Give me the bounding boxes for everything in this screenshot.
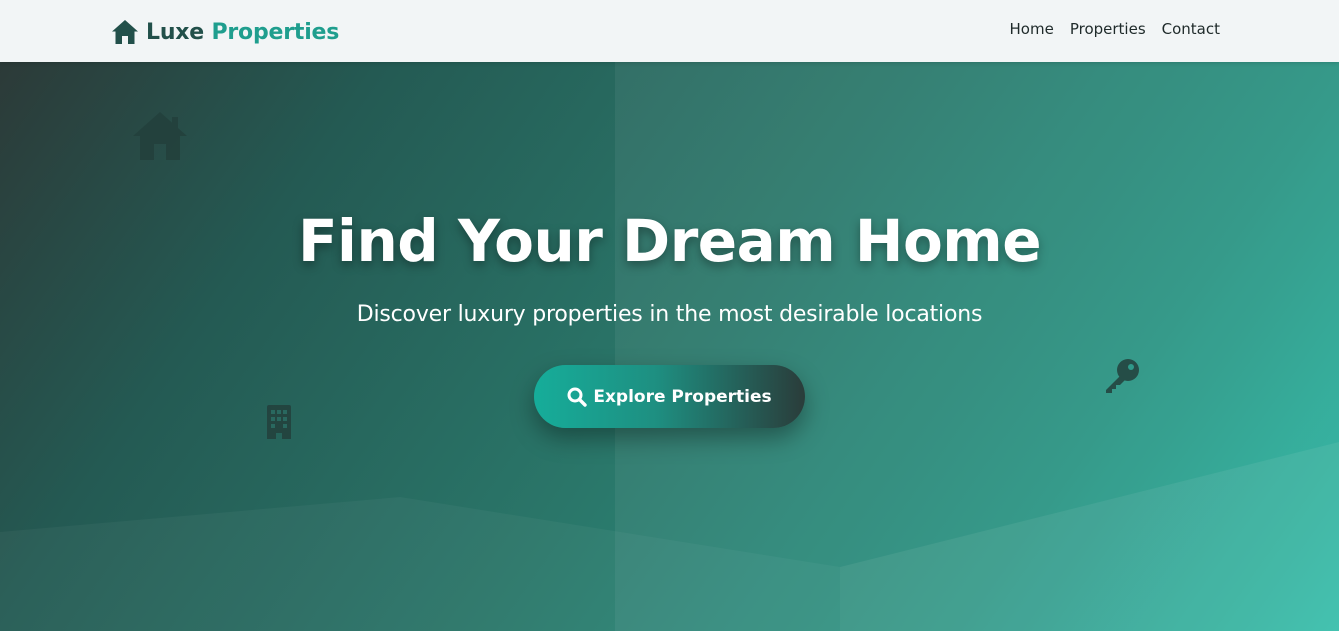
hero-subtitle: Discover luxury properties in the most d… [356, 302, 983, 327]
building-icon [266, 405, 292, 439]
house-icon [132, 111, 188, 161]
hero-title: Find Your Dream Home [297, 207, 1042, 275]
explore-properties-label: Explore Properties [593, 386, 772, 407]
nav-link-home[interactable]: Home [1010, 20, 1054, 38]
brand-word-luxe: Luxe [146, 19, 204, 45]
nav-link-contact[interactable]: Contact [1162, 20, 1220, 38]
navbar: Luxe Properties Home Properties Contact [0, 0, 1339, 62]
explore-properties-button[interactable]: Explore Properties [534, 365, 805, 428]
hero-section: Find Your Dream Home Discover luxury pro… [0, 62, 1339, 631]
nav-link-properties[interactable]: Properties [1070, 20, 1146, 38]
search-icon [567, 387, 588, 407]
nav-links: Home Properties Contact [1010, 20, 1220, 38]
brand-name: Luxe Properties [146, 20, 339, 45]
brand-word-properties: Properties [211, 19, 340, 45]
key-icon [1104, 358, 1140, 394]
hero-background-pattern [0, 62, 1339, 631]
brand-logo[interactable]: Luxe Properties [111, 16, 339, 48]
house-icon [111, 19, 139, 45]
